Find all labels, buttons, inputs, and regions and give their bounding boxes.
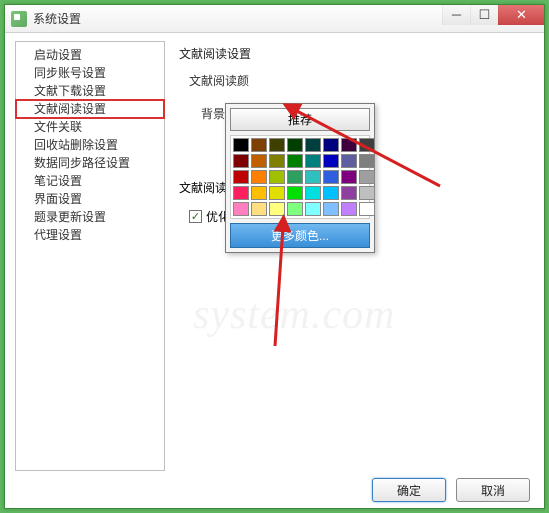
color-swatch[interactable] [251,186,267,200]
color-swatch[interactable] [359,138,375,152]
color-swatch[interactable] [233,202,249,216]
sidebar-item-label: 界面设置 [34,192,82,206]
color-swatch[interactable] [269,202,285,216]
color-swatch[interactable] [251,138,267,152]
color-swatch[interactable] [251,170,267,184]
watermark: system.com [193,291,395,339]
recommend-button[interactable]: 推荐 [230,108,370,131]
sidebar-item-label: 数据同步路径设置 [34,156,130,170]
color-swatch[interactable] [359,170,375,184]
color-swatch[interactable] [305,202,321,216]
content-area: 启动设置 同步账号设置 文献下载设置 文献阅读设置 文件关联 回收站删除设置 数… [5,33,544,471]
color-swatch[interactable] [269,138,285,152]
color-swatch[interactable] [341,186,357,200]
color-swatch[interactable] [341,202,357,216]
color-swatch[interactable] [269,170,285,184]
section-title: 文献阅读设置 [179,45,534,62]
swatch-grid [230,135,370,219]
footer: 确定 取消 [5,478,544,502]
color-swatch[interactable] [341,170,357,184]
sidebar-item-label: 启动设置 [34,48,82,62]
sidebar-item-label: 代理设置 [34,228,82,242]
color-swatch[interactable] [323,170,339,184]
color-swatch[interactable] [323,186,339,200]
main-panel: 文献阅读设置 文献阅读颜 背景 推荐 更多颜色... 文献阅读 ✓ 优化文 sy… [165,41,534,471]
color-swatch[interactable] [305,170,321,184]
cancel-button[interactable]: 取消 [456,478,530,502]
app-icon [11,11,27,27]
minimize-button[interactable]: ─ [442,5,470,25]
sidebar-item-sync-path[interactable]: 数据同步路径设置 [16,154,164,172]
sidebar-item-startup[interactable]: 启动设置 [16,46,164,64]
close-button[interactable]: ✕ [498,5,544,25]
sidebar-item-label: 笔记设置 [34,174,82,188]
titlebar: 系统设置 ─ ☐ ✕ [5,5,544,33]
color-swatch[interactable] [251,154,267,168]
ok-button[interactable]: 确定 [372,478,446,502]
color-swatch[interactable] [287,202,303,216]
sidebar-item-notes[interactable]: 笔记设置 [16,172,164,190]
color-section-title: 文献阅读颜 [189,72,534,89]
color-swatch[interactable] [233,138,249,152]
color-swatch[interactable] [251,202,267,216]
sidebar-item-label: 回收站删除设置 [34,138,118,152]
sidebar-item-label: 题录更新设置 [34,210,106,224]
sidebar-item-ui[interactable]: 界面设置 [16,190,164,208]
color-swatch[interactable] [323,154,339,168]
sidebar-item-sync-account[interactable]: 同步账号设置 [16,64,164,82]
sidebar-item-file-assoc[interactable]: 文件关联 [16,118,164,136]
sidebar-item-label: 文献下载设置 [34,84,106,98]
optimize-checkbox[interactable]: ✓ [189,210,202,223]
window-controls: ─ ☐ ✕ [442,5,544,25]
color-swatch[interactable] [287,138,303,152]
sidebar-item-recycle[interactable]: 回收站删除设置 [16,136,164,154]
sidebar-item-label: 文献阅读设置 [34,102,106,116]
color-swatch[interactable] [341,154,357,168]
color-swatch[interactable] [359,186,375,200]
color-swatch[interactable] [323,138,339,152]
sidebar-item-record-update[interactable]: 题录更新设置 [16,208,164,226]
color-swatch[interactable] [233,170,249,184]
sidebar-item-download[interactable]: 文献下载设置 [16,82,164,100]
color-swatch[interactable] [233,186,249,200]
sidebar-item-label: 同步账号设置 [34,66,106,80]
settings-window: 系统设置 ─ ☐ ✕ 启动设置 同步账号设置 文献下载设置 文献阅读设置 文件关… [4,4,545,509]
color-swatch[interactable] [269,154,285,168]
color-swatch[interactable] [287,170,303,184]
color-picker-popup: 推荐 更多颜色... [225,103,375,253]
maximize-button[interactable]: ☐ [470,5,498,25]
color-swatch[interactable] [359,154,375,168]
color-swatch[interactable] [305,138,321,152]
sidebar: 启动设置 同步账号设置 文献下载设置 文献阅读设置 文件关联 回收站删除设置 数… [15,41,165,471]
sidebar-item-label: 文件关联 [34,120,82,134]
color-swatch[interactable] [287,154,303,168]
color-swatch[interactable] [269,186,285,200]
color-swatch[interactable] [233,154,249,168]
sidebar-item-proxy[interactable]: 代理设置 [16,226,164,244]
color-swatch[interactable] [287,186,303,200]
color-swatch[interactable] [323,202,339,216]
sidebar-item-reading[interactable]: 文献阅读设置 [16,100,164,118]
color-swatch[interactable] [305,186,321,200]
color-swatch[interactable] [305,154,321,168]
more-colors-button[interactable]: 更多颜色... [230,223,370,248]
color-swatch[interactable] [359,202,375,216]
window-title: 系统设置 [33,10,442,27]
color-swatch[interactable] [341,138,357,152]
